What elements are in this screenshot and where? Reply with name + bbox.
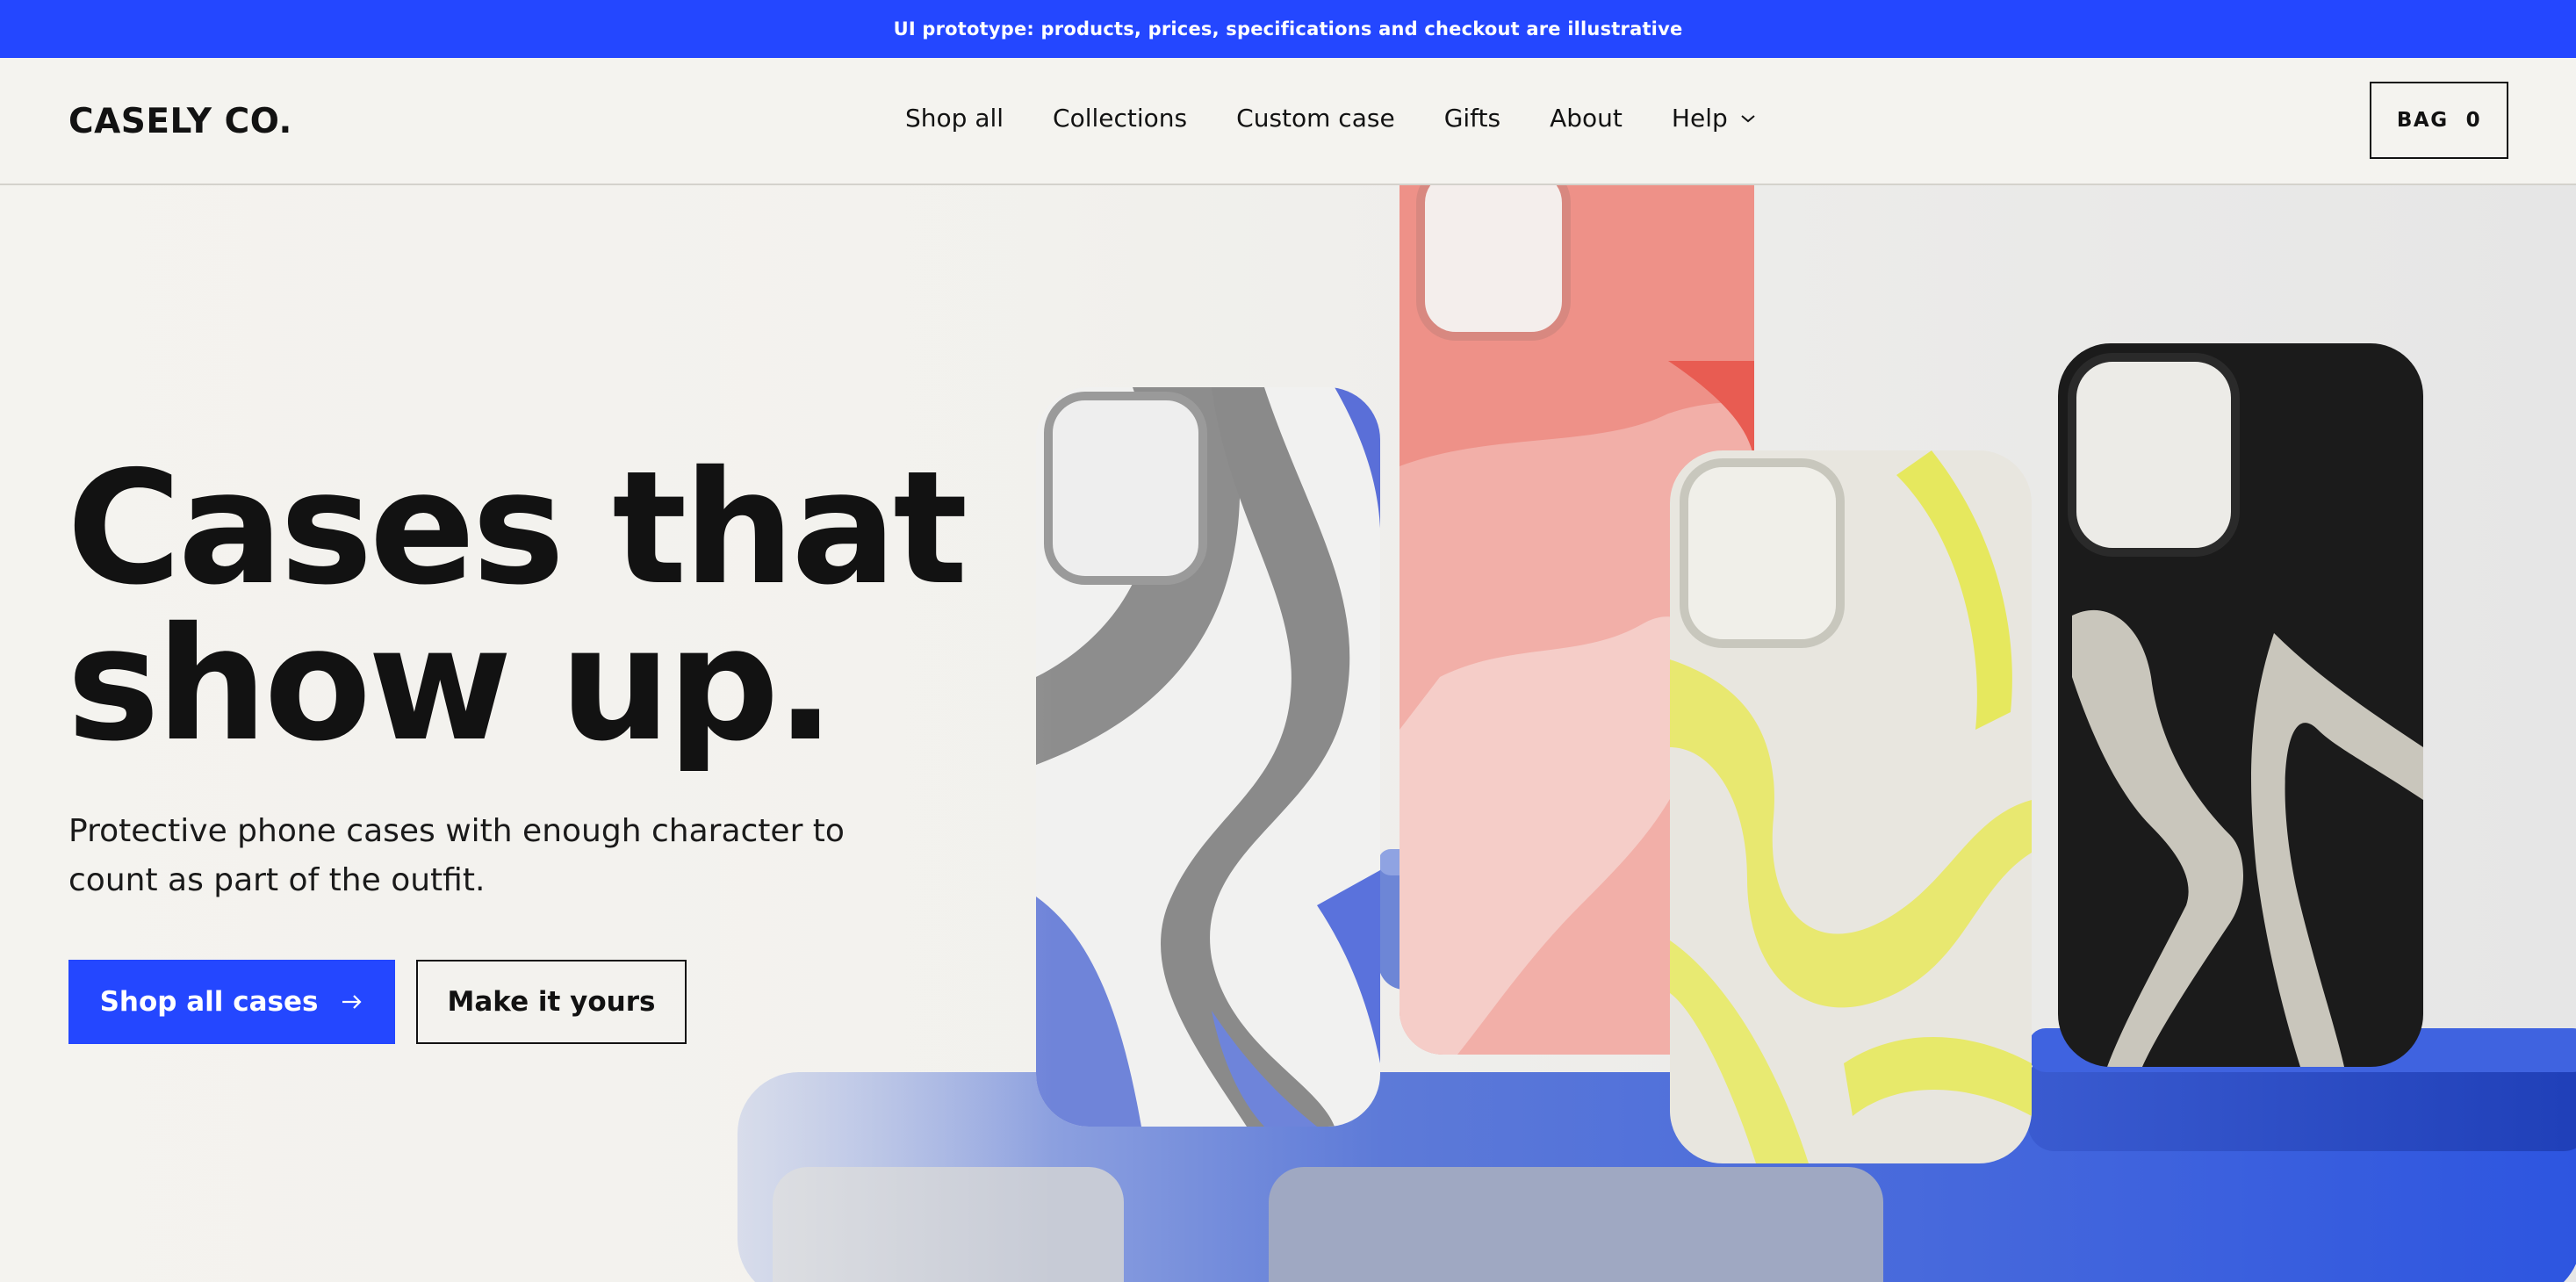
hero: Cases that show up. Protective phone cas… <box>0 185 2576 1282</box>
make-it-yours-button[interactable]: Make it yours <box>416 960 687 1044</box>
nav-shop-all[interactable]: Shop all <box>905 104 1004 133</box>
shop-all-cases-label: Shop all cases <box>99 986 319 1018</box>
nav-gifts[interactable]: Gifts <box>1444 104 1500 133</box>
bag-button[interactable]: BAG 0 <box>2370 82 2508 159</box>
nav-custom-case[interactable]: Custom case <box>1236 104 1395 133</box>
nav-collections[interactable]: Collections <box>1053 104 1187 133</box>
shop-all-cases-button[interactable]: Shop all cases <box>68 960 395 1044</box>
main-nav: Shop all Collections Custom case Gifts A… <box>905 104 1756 133</box>
site-header: CASELY CO. Shop all Collections Custom c… <box>0 58 2576 185</box>
hero-headline: Cases that show up. <box>67 437 968 775</box>
nav-help[interactable]: Help <box>1672 104 1756 133</box>
hero-headline-line-2: show up. <box>67 594 835 775</box>
bag-label: BAG <box>2396 109 2449 132</box>
nav-help-label: Help <box>1671 104 1728 133</box>
bag-count: 0 <box>2465 109 2482 132</box>
hero-headline-line-1: Cases that <box>67 437 968 619</box>
arrow-right-icon <box>342 995 362 1009</box>
nav-about[interactable]: About <box>1550 104 1623 133</box>
logo[interactable]: CASELY CO. <box>68 102 292 141</box>
hero-subtitle: Protective phone cases with enough chara… <box>68 813 845 898</box>
promo-text: UI prototype: products, prices, specific… <box>893 18 1683 40</box>
chevron-down-icon <box>1741 114 1755 122</box>
promo-banner: UI prototype: products, prices, specific… <box>0 0 2576 58</box>
